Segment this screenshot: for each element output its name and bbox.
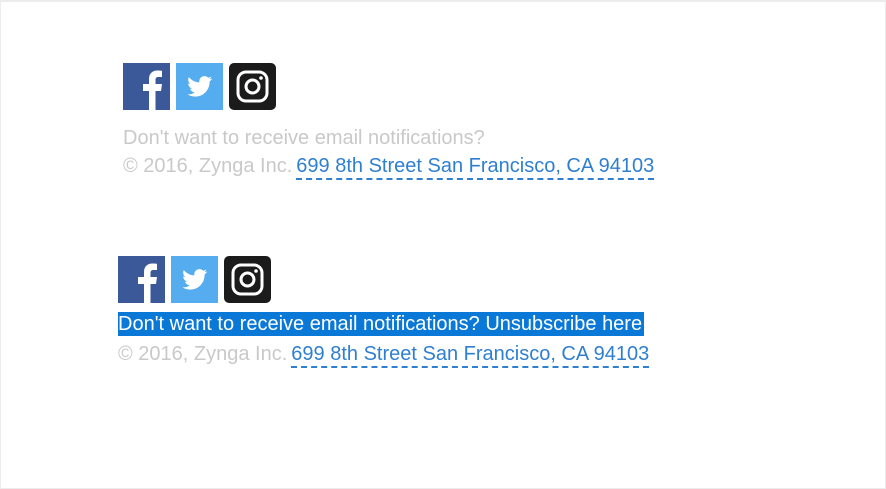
copyright-text: © 2016, Zynga Inc. bbox=[123, 155, 293, 177]
copyright-line: © 2016, Zynga Inc. 699 8th Street San Fra… bbox=[118, 342, 650, 368]
facebook-link[interactable] bbox=[118, 256, 165, 303]
unsubscribe-prompt: Don't want to receive email notification… bbox=[123, 127, 485, 149]
social-links bbox=[123, 63, 654, 111]
email-footer-selected: Don't want to receive email notification… bbox=[118, 256, 650, 368]
social-links bbox=[118, 256, 649, 304]
email-footer-canvas: Don't want to receive email notification… bbox=[1, 2, 885, 488]
facebook-icon bbox=[118, 256, 165, 303]
twitter-link[interactable] bbox=[176, 63, 223, 110]
twitter-icon bbox=[171, 256, 218, 303]
instagram-link[interactable] bbox=[224, 256, 271, 303]
instagram-icon bbox=[224, 256, 271, 303]
unsubscribe-link[interactable]: Unsubscribe here bbox=[485, 313, 642, 335]
email-footer: Don't want to receive email notification… bbox=[123, 63, 655, 180]
address-link[interactable]: 699 8th Street San Francisco, CA 94103 bbox=[291, 343, 650, 368]
twitter-icon bbox=[176, 63, 223, 110]
facebook-link[interactable] bbox=[123, 63, 170, 110]
unsubscribe-line-selected: Don't want to receive email notification… bbox=[118, 312, 645, 336]
unsubscribe-line: Don't want to receive email notification… bbox=[123, 126, 654, 150]
instagram-link[interactable] bbox=[229, 63, 276, 110]
address-link[interactable]: 699 8th Street San Francisco, CA 94103 bbox=[296, 155, 655, 180]
twitter-link[interactable] bbox=[171, 256, 218, 303]
facebook-icon bbox=[123, 63, 170, 110]
copyright-text: © 2016, Zynga Inc. bbox=[118, 343, 288, 365]
instagram-icon bbox=[229, 63, 276, 110]
unsubscribe-prompt: Don't want to receive email notification… bbox=[118, 313, 480, 335]
copyright-line: © 2016, Zynga Inc. 699 8th Street San Fra… bbox=[123, 154, 655, 180]
